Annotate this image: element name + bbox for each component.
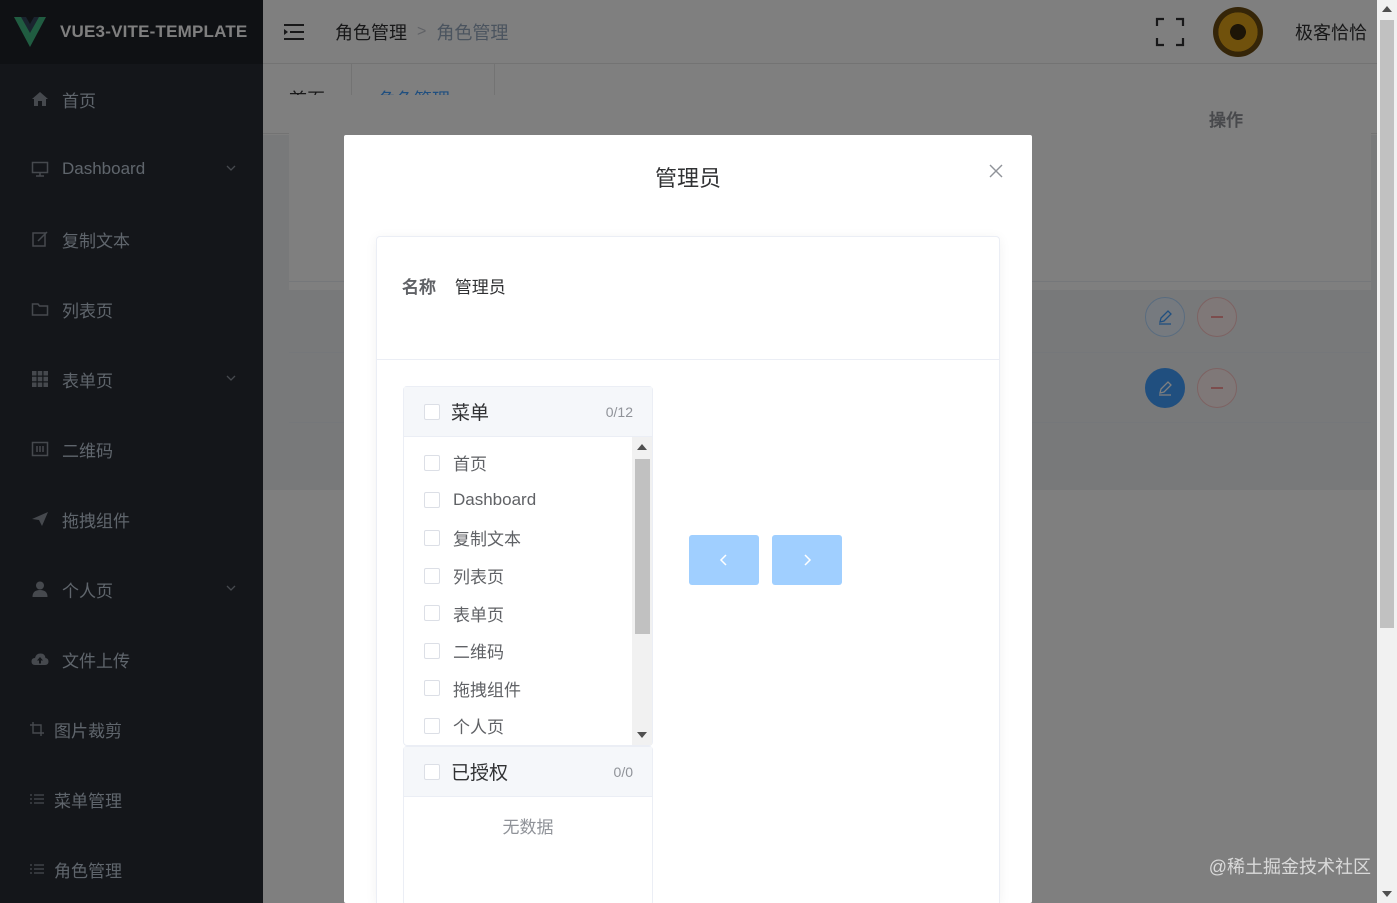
page-scrollbar[interactable]	[1377, 0, 1397, 903]
panel-list: 首页 Dashboard 复制文本 列表页 表单页 二维码 拖拽组件 个人页	[404, 437, 652, 745]
item-checkbox[interactable]	[424, 605, 440, 622]
panel-scrollbar[interactable]	[632, 437, 652, 745]
list-item[interactable]: 首页	[404, 444, 652, 482]
item-checkbox[interactable]	[424, 529, 440, 546]
watermark: @稀土掘金技术社区	[1208, 857, 1371, 877]
scroll-down-arrow-icon[interactable]	[637, 732, 647, 738]
role-card: 名称 管理员 菜单 0/12 首页 Dashboard 复制文本 列表页 表单页…	[376, 236, 1000, 903]
list-item[interactable]: Dashboard	[404, 482, 652, 520]
scrollbar-thumb[interactable]	[1380, 20, 1394, 628]
item-checkbox[interactable]	[424, 680, 440, 697]
panel-count: 0/0	[613, 763, 633, 780]
panel-header: 菜单 0/12	[404, 387, 652, 437]
card-divider	[377, 359, 999, 360]
list-item[interactable]: 二维码	[404, 632, 652, 670]
panel-title: 已授权	[451, 763, 509, 784]
list-item[interactable]: 拖拽组件	[404, 670, 652, 708]
select-all-checkbox[interactable]	[424, 403, 440, 420]
item-checkbox[interactable]	[424, 492, 440, 509]
item-checkbox[interactable]	[424, 717, 440, 734]
scrollbar-thumb[interactable]	[635, 459, 650, 634]
list-item[interactable]: 列表页	[404, 557, 652, 595]
select-all-checkbox[interactable]	[424, 763, 440, 780]
list-item[interactable]: 复制文本	[404, 519, 652, 557]
chevron-right-icon	[804, 554, 812, 566]
transfer-panel-target: 已授权 0/0 无数据	[403, 746, 653, 903]
name-label: 名称	[402, 278, 436, 297]
close-icon[interactable]	[988, 163, 1004, 179]
panel-header: 已授权 0/0	[404, 747, 652, 797]
name-value: 管理员	[454, 278, 506, 297]
item-checkbox[interactable]	[424, 567, 440, 584]
transfer-left-button[interactable]	[689, 535, 759, 585]
transfer-right-button[interactable]	[772, 535, 842, 585]
scroll-down-arrow-icon[interactable]	[1382, 891, 1392, 897]
chevron-left-icon	[719, 554, 727, 566]
list-item[interactable]: 表单页	[404, 594, 652, 632]
item-checkbox[interactable]	[424, 642, 440, 659]
transfer-panel-source: 菜单 0/12 首页 Dashboard 复制文本 列表页 表单页 二维码 拖拽…	[403, 386, 653, 746]
role-dialog: 管理员 名称 管理员 菜单 0/12 首页 Dashboard 复制文本 列表页…	[344, 135, 1032, 903]
scroll-up-arrow-icon[interactable]	[637, 444, 647, 450]
panel-title: 菜单	[451, 403, 490, 424]
empty-text: 无数据	[502, 818, 554, 837]
dialog-title: 管理员	[654, 166, 721, 191]
name-row: 名称 管理员	[402, 273, 506, 298]
list-item[interactable]: 个人页	[404, 707, 652, 745]
scroll-up-arrow-icon[interactable]	[1382, 6, 1392, 12]
item-checkbox[interactable]	[424, 454, 440, 471]
panel-count: 0/12	[605, 403, 633, 420]
